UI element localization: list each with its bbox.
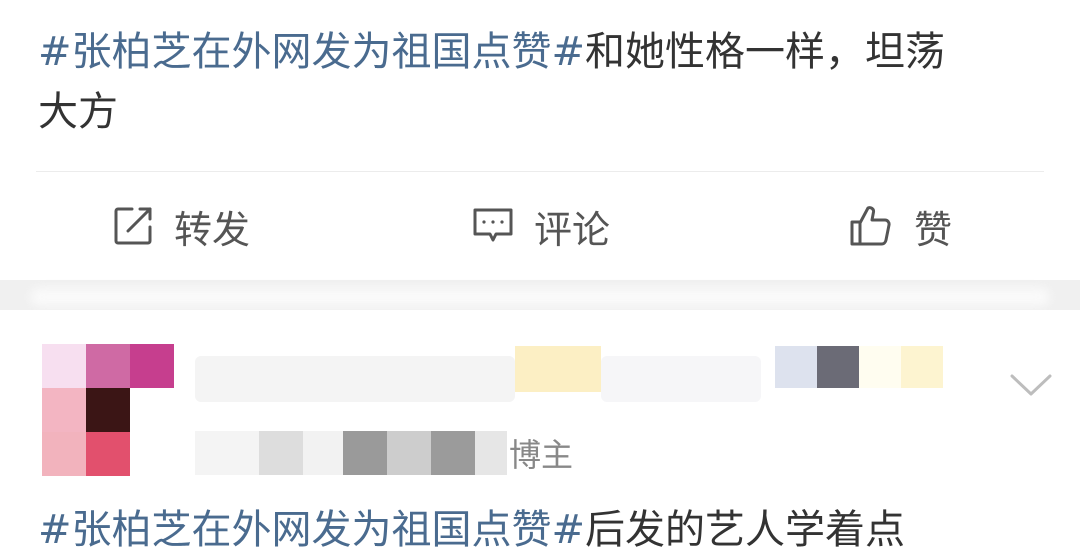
feed-separator xyxy=(0,280,1080,310)
post-2-content: #张柏芝在外网发为祖国点赞#后发的艺人学着点 xyxy=(38,500,905,560)
comment-label: 评论 xyxy=(533,207,610,252)
username-pixelated[interactable] xyxy=(195,346,965,406)
hashtag-link[interactable]: #张柏芝在外网发为祖国点赞# xyxy=(38,29,585,75)
like-button[interactable]: 赞 xyxy=(720,172,1080,280)
blogger-badge: 博主 xyxy=(509,436,574,474)
avatar[interactable] xyxy=(42,344,174,476)
post-1-content: #张柏芝在外网发为祖国点赞#和她性格一样，坦荡大方 xyxy=(38,22,1048,142)
repost-label: 转发 xyxy=(173,207,250,252)
post-2: 博主 #张柏芝在外网发为祖国点赞#后发的艺人学着点 xyxy=(0,310,1080,553)
post-2-text: 后发的艺人学着点 xyxy=(585,507,906,553)
like-label: 赞 xyxy=(913,207,952,252)
repost-icon xyxy=(110,203,156,249)
repost-button[interactable]: 转发 xyxy=(0,172,360,280)
post-1-text: 和她性格一样，坦荡 xyxy=(585,29,946,75)
post-meta: 博主 xyxy=(195,428,573,478)
action-bar: 转发 评论 赞 xyxy=(0,172,1080,280)
timestamp-pixelated xyxy=(195,431,507,475)
comment-icon xyxy=(470,203,516,249)
like-icon xyxy=(848,202,896,250)
comment-button[interactable]: 评论 xyxy=(360,172,720,280)
post-1-text-continued: 大方 xyxy=(38,89,118,135)
chevron-down-icon[interactable] xyxy=(1008,370,1054,404)
hashtag-link[interactable]: #张柏芝在外网发为祖国点赞# xyxy=(38,507,585,553)
